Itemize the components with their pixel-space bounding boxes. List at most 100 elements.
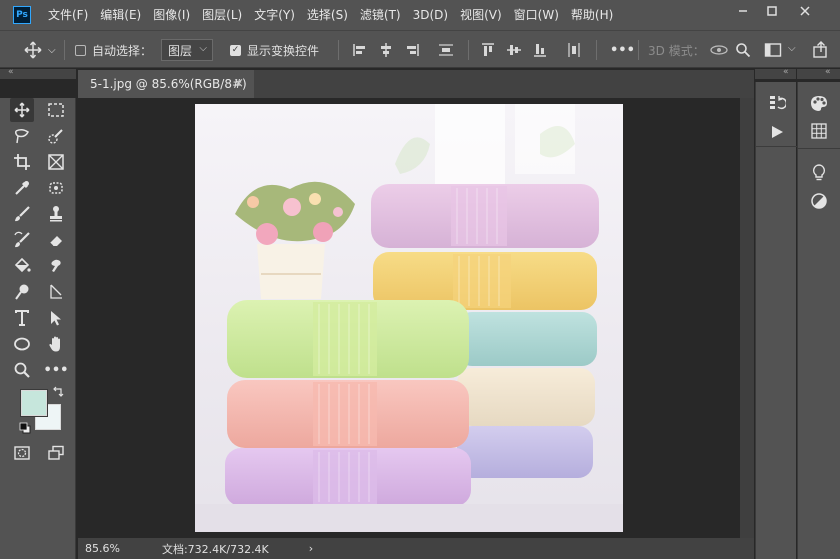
menu-3d[interactable]: 3D(D) <box>407 0 454 30</box>
menu-window[interactable]: 窗口(W) <box>508 0 565 30</box>
auto-select-checkbox[interactable] <box>75 44 86 56</box>
align-left-icon[interactable] <box>352 42 368 58</box>
maximize-icon <box>767 6 777 16</box>
status-menu-arrow[interactable]: › <box>309 542 313 555</box>
screen-mode-button[interactable] <box>44 441 68 465</box>
ellipse-tool[interactable] <box>10 332 34 356</box>
chevron-down-icon: ⌵ <box>199 43 208 54</box>
move-tool-icon <box>24 41 42 59</box>
crop-tool[interactable] <box>10 150 34 174</box>
tools-panel-grip[interactable]: « <box>0 67 76 79</box>
vertical-scrollbar[interactable] <box>740 98 754 538</box>
zoom-tool[interactable] <box>10 358 34 382</box>
document-tab-title: 5-1.jpg @ 85.6%(RGB/8#) <box>90 77 247 91</box>
menu-help[interactable]: 帮助(H) <box>565 0 619 30</box>
dodge-tool[interactable] <box>10 280 34 304</box>
swap-colors-icon[interactable] <box>52 386 64 398</box>
document-size-info: 文档:732.4K/732.4K <box>161 542 269 556</box>
history-panel-button[interactable] <box>765 92 789 114</box>
quick-select-tool[interactable] <box>44 124 68 148</box>
zoom-level[interactable]: 85.6% <box>85 542 120 555</box>
menu-view[interactable]: 视图(V) <box>454 0 508 30</box>
actions-panel-button[interactable] <box>765 121 789 143</box>
smudge-tool[interactable] <box>44 254 68 278</box>
zoom-tool-icon <box>14 362 30 378</box>
more-options-button[interactable]: ••• <box>610 31 635 69</box>
auto-select-toggle[interactable]: 自动选择： <box>75 31 152 69</box>
align-right-icon[interactable] <box>404 42 420 58</box>
menu-select[interactable]: 选择(S) <box>301 0 354 30</box>
menu-type[interactable]: 文字(Y) <box>248 0 301 30</box>
adjustments-icon <box>811 193 827 209</box>
document-image[interactable] <box>195 104 623 532</box>
color-panel-button[interactable] <box>807 92 831 114</box>
marquee-tool-icon <box>48 103 64 117</box>
panel-grip[interactable]: « <box>755 67 796 79</box>
lasso-tool[interactable] <box>10 124 34 148</box>
close-tab-icon[interactable]: × <box>233 76 244 91</box>
marquee-tool[interactable] <box>44 98 68 122</box>
menu-layer[interactable]: 图层(L) <box>196 0 248 30</box>
quick-mask-button[interactable] <box>10 441 34 465</box>
bucket-tool[interactable] <box>10 254 34 278</box>
menu-filter[interactable]: 滤镜(T) <box>354 0 407 30</box>
maximize-button[interactable] <box>757 0 787 22</box>
history-brush-tool[interactable] <box>10 228 34 252</box>
default-colors-icon[interactable] <box>19 422 31 434</box>
share-icon[interactable] <box>812 41 830 59</box>
workspace-icon[interactable] <box>764 42 782 58</box>
collapse-arrows-icon: « <box>825 67 830 77</box>
chevron-down-icon[interactable]: ⌵ <box>788 43 796 54</box>
smudge-tool-icon <box>51 259 61 272</box>
align-top-icon[interactable] <box>480 42 496 58</box>
distribute-horizontal-icon[interactable] <box>566 42 582 58</box>
frame-tool[interactable] <box>44 150 68 174</box>
quick-mask-icon <box>14 446 30 460</box>
path-select-tool[interactable] <box>44 306 68 330</box>
align-horizontal-center-icon[interactable] <box>378 42 394 58</box>
adjustments-panel-button[interactable] <box>807 190 831 212</box>
panel-dock-right <box>797 82 840 559</box>
show-transform-toggle[interactable]: ✓ 显示变换控件 <box>230 31 319 69</box>
stamp-tool[interactable] <box>44 202 68 226</box>
brush-tool[interactable] <box>10 202 34 226</box>
divider <box>756 146 797 147</box>
eyedropper-tool[interactable] <box>10 176 34 200</box>
panel-grip[interactable]: « <box>797 67 840 79</box>
crop-tool-icon <box>14 154 30 170</box>
3d-orbit-icon[interactable] <box>708 41 730 59</box>
close-window-button[interactable] <box>790 0 820 22</box>
align-bottom-icon[interactable] <box>532 42 548 58</box>
pen-tool[interactable] <box>44 280 68 304</box>
spot-heal-tool[interactable] <box>44 176 68 200</box>
collapse-arrows-icon: « <box>8 67 13 77</box>
options-bar: ⌵ 自动选择： 图层 ⌵ ✓ 显示变换控件 ••• 3D 模式： ⌵ <box>0 30 840 68</box>
menu-edit[interactable]: 编辑(E) <box>94 0 147 30</box>
distribute-vertical-icon[interactable] <box>438 42 454 58</box>
ellipse-tool-icon <box>14 337 30 351</box>
move-tool[interactable] <box>10 98 34 122</box>
collapse-arrows-icon: « <box>783 67 788 77</box>
menu-image[interactable]: 图像(I) <box>147 0 196 30</box>
align-vertical-center-icon[interactable] <box>506 42 522 58</box>
swatches-panel-button[interactable] <box>807 120 831 142</box>
learn-panel-button[interactable] <box>807 162 831 184</box>
auto-select-target-dropdown[interactable]: 图层 ⌵ <box>161 31 214 69</box>
tool-preset-picker[interactable]: ⌵ <box>24 31 56 69</box>
divider <box>798 148 840 149</box>
show-transform-checkbox[interactable]: ✓ <box>230 44 241 56</box>
foreground-color-swatch[interactable] <box>20 389 48 417</box>
hand-tool[interactable] <box>44 332 68 356</box>
type-tool[interactable] <box>10 306 34 330</box>
divider <box>338 40 339 60</box>
photoshop-logo-icon[interactable]: Ps <box>13 6 31 24</box>
document-tab-bar: 5-1.jpg @ 85.6%(RGB/8#) × <box>78 70 754 98</box>
document-tab[interactable]: 5-1.jpg @ 85.6%(RGB/8#) × <box>78 70 254 98</box>
menu-file[interactable]: 文件(F) <box>42 0 94 30</box>
eraser-tool[interactable] <box>44 228 68 252</box>
search-icon[interactable] <box>735 42 751 58</box>
more-tools-icon[interactable]: ••• <box>44 358 69 382</box>
minimize-button[interactable] <box>728 0 758 22</box>
towels-photo <box>195 104 623 532</box>
auto-select-label: 自动选择： <box>92 43 153 58</box>
